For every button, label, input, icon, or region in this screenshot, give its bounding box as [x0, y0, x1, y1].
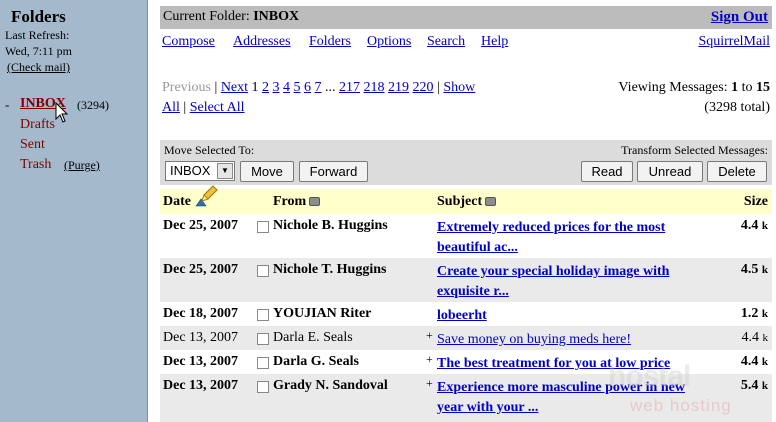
row-checkbox[interactable]	[257, 381, 269, 393]
page-link[interactable]: 219	[388, 80, 409, 95]
next-page-link[interactable]: Next	[221, 80, 248, 95]
table-row[interactable]: Dec 18, 2007 YOUJIAN Riter lobeerht 1.2 …	[160, 302, 772, 326]
message-list-pane: Current Folder: INBOX Sign Out Compose A…	[158, 0, 776, 422]
move-button[interactable]: Move	[240, 161, 294, 182]
subject-column-header[interactable]: Subject	[437, 194, 497, 210]
message-subject-link[interactable]: Extremely reduced prices for the most be…	[437, 218, 707, 258]
last-refresh-time: Wed, 7:11 pm	[5, 44, 72, 58]
message-subject-link[interactable]: Save money on buying meds here!	[437, 330, 707, 350]
compose-link[interactable]: Compose	[162, 34, 215, 50]
mark-unread-button[interactable]: Unread	[637, 161, 703, 182]
help-link[interactable]: Help	[481, 34, 508, 50]
table-row[interactable]: Dec 25, 2007 Nichole B. Huggins Extremel…	[160, 214, 772, 258]
page-link[interactable]: 218	[364, 80, 385, 95]
page-link[interactable]: 6	[304, 80, 311, 95]
page-link[interactable]: 3	[273, 80, 280, 95]
page-link[interactable]: 7	[315, 80, 322, 95]
folders-link[interactable]: Folders	[309, 34, 351, 50]
current-folder: Current Folder: INBOX	[163, 9, 300, 24]
move-folder-select[interactable]: INBOX ▼	[165, 161, 235, 181]
attachment-indicator: +	[426, 352, 433, 366]
viewing-messages-info: Viewing Messages: 1 to 15 (3298 total)	[618, 80, 770, 115]
page-link[interactable]: 5	[294, 80, 301, 95]
addresses-link[interactable]: Addresses	[233, 34, 291, 50]
page-link[interactable]: 217	[339, 80, 360, 95]
table-row[interactable]: Dec 25, 2007 Nichole T. Huggins Create y…	[160, 258, 772, 302]
folder-sent[interactable]: Sent	[20, 137, 45, 153]
message-subject-link[interactable]: lobeerht	[437, 306, 707, 326]
row-checkbox[interactable]	[257, 265, 269, 277]
current-page: 1	[251, 80, 259, 95]
inbox-unread-count: (3294)	[77, 98, 109, 112]
sign-out-link[interactable]: Sign Out	[711, 9, 768, 26]
select-all-link[interactable]: Select All	[190, 100, 245, 115]
folder-trash[interactable]: Trash	[20, 157, 51, 173]
row-checkbox[interactable]	[257, 309, 269, 321]
move-selected-label: Move Selected To:	[164, 143, 255, 157]
forward-button[interactable]: Forward	[299, 161, 368, 182]
folder-header-bar: Current Folder: INBOX Sign Out	[160, 6, 772, 29]
delete-button[interactable]: Delete	[707, 161, 767, 182]
previous-page-link: Previous	[162, 80, 211, 95]
search-link[interactable]: Search	[427, 34, 465, 50]
message-action-bar: Move Selected To: Transform Selected Mes…	[160, 140, 772, 185]
hosting-watermark: hostal web hosting	[608, 360, 732, 415]
mouse-cursor-icon	[55, 102, 69, 123]
row-checkbox[interactable]	[257, 357, 269, 369]
page-link[interactable]: 4	[283, 80, 290, 95]
sort-icon[interactable]	[309, 197, 321, 207]
pencil-cursor-icon	[201, 185, 218, 202]
check-mail-link[interactable]: (Check mail)	[7, 60, 70, 75]
row-checkbox[interactable]	[257, 333, 269, 345]
page-link[interactable]: 220	[413, 80, 434, 95]
folder-pane: Folders Last Refresh: Wed, 7:11 pm (Chec…	[0, 0, 148, 422]
folders-title: Folders	[11, 7, 66, 26]
attachment-indicator: +	[426, 328, 433, 342]
message-subject-link[interactable]: Create your special holiday image with e…	[437, 262, 707, 302]
mark-read-button[interactable]: Read	[581, 161, 633, 182]
from-column-header[interactable]: From	[273, 194, 321, 210]
last-refresh-label: Last Refresh:	[5, 28, 70, 42]
folder-drafts[interactable]: Drafts	[20, 117, 55, 133]
pagination: Previous | Next 1 2 3 4 5 6 7 ... 217 21…	[162, 80, 476, 115]
purge-trash-link[interactable]: (Purge)	[64, 158, 100, 173]
sort-icon[interactable]	[485, 197, 497, 207]
transform-selected-label: Transform Selected Messages:	[621, 143, 768, 157]
message-table-header: Date From Subject Size	[160, 185, 772, 214]
squirrelmail-link[interactable]: SquirrelMail	[698, 34, 770, 50]
size-column-header: Size	[743, 194, 768, 209]
row-checkbox[interactable]	[257, 221, 269, 233]
attachment-indicator: +	[426, 376, 433, 390]
options-link[interactable]: Options	[367, 34, 411, 50]
page-link[interactable]: 2	[262, 80, 269, 95]
inbox-collapse-toggle[interactable]: -	[5, 97, 9, 113]
chevron-down-icon[interactable]: ▼	[217, 163, 233, 179]
table-row[interactable]: Dec 13, 2007 Darla E. Seals + Save money…	[160, 326, 772, 350]
